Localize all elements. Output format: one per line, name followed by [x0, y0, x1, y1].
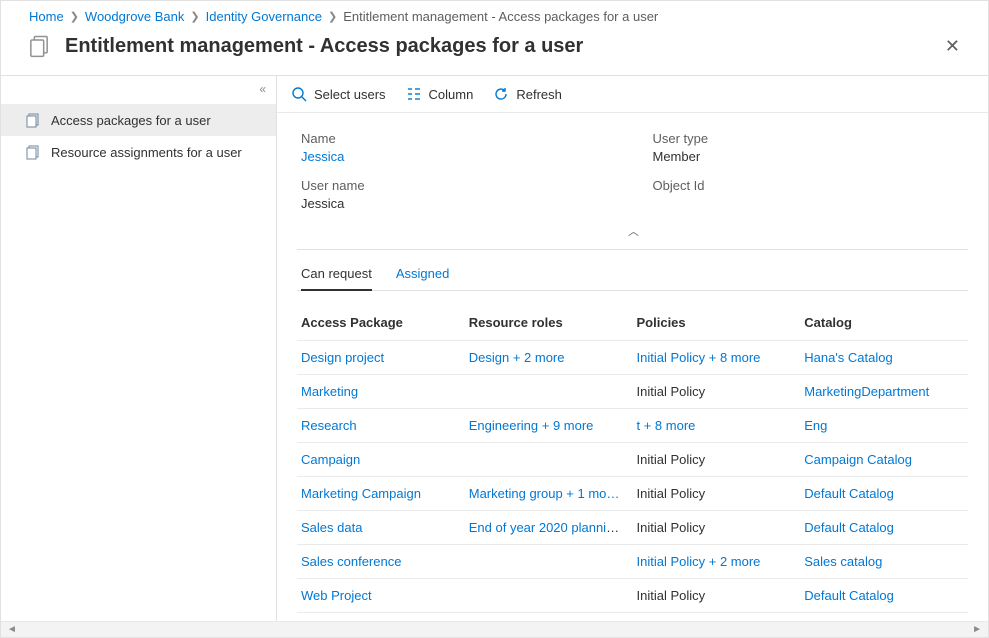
policies-value: Initial Policy [633, 443, 801, 477]
column-button[interactable]: Column [406, 86, 474, 102]
table-row: Web Project Initial PolicyDefault Catalog [297, 579, 968, 613]
sidebar-item-label: Resource assignments for a user [51, 145, 242, 160]
col-resource-roles[interactable]: Resource roles [465, 305, 633, 341]
catalog-link[interactable]: Default Catalog [804, 486, 894, 501]
policies-value: Initial Policy [633, 579, 801, 613]
collapse-info-button[interactable]: ︿ [297, 219, 968, 250]
col-catalog[interactable]: Catalog [800, 305, 968, 341]
table-row: Research Engineering + 9 more t + 8 more En… [297, 409, 968, 443]
catalog-link[interactable]: Default Catalog [804, 520, 894, 535]
chevron-right-icon: ❯ [190, 10, 199, 23]
toolbar-label: Select users [314, 87, 386, 102]
col-policies[interactable]: Policies [633, 305, 801, 341]
sidebar-item-resource-assignments[interactable]: Resource assignments for a user [1, 136, 276, 168]
table-row: Marketing Campaign Marketing group + 1 mo… [297, 477, 968, 511]
access-package-link[interactable]: Marketing [301, 384, 358, 399]
refresh-button[interactable]: Refresh [493, 86, 562, 102]
toolbar: Select users Column Refresh [277, 76, 988, 113]
user-name-label: User name [301, 178, 613, 193]
policies-link[interactable]: Initial Policy + 8 more [637, 350, 761, 365]
collapse-sidebar-button[interactable]: « [259, 82, 266, 96]
table-row: Design project Design + 2 more Initial Pol… [297, 341, 968, 375]
resource-roles-link[interactable]: Engineering + 9 more [469, 418, 594, 433]
breadcrumb: Home ❯ Woodgrove Bank ❯ Identity Governa… [1, 1, 988, 30]
close-button[interactable]: ✕ [937, 32, 968, 61]
user-info-panel: Name Jessica User type Member User name … [297, 113, 968, 219]
breadcrumb-link[interactable]: Identity Governance [206, 9, 322, 24]
policies-value: Initial Policy [633, 511, 801, 545]
table-row: Sales conference Initial Policy + 2 more S… [297, 545, 968, 579]
user-name-value: Jessica [301, 196, 613, 211]
page-title: Entitlement management - Access packages… [65, 35, 937, 58]
documents-icon [25, 33, 53, 61]
table-row: Campaign Initial PolicyCampaign Catalog [297, 443, 968, 477]
policies-link[interactable]: Initial Policy + 2 more [637, 554, 761, 569]
catalog-link[interactable]: Campaign Catalog [804, 452, 912, 467]
policies-value: Initial Policy [633, 477, 801, 511]
chevron-right-icon: ❯ [328, 10, 337, 23]
breadcrumb-current: Entitlement management - Access packages… [343, 9, 658, 24]
tab-assigned[interactable]: Assigned [396, 266, 449, 290]
sidebar-item-access-packages[interactable]: Access packages for a user [1, 104, 276, 136]
toolbar-label: Column [429, 87, 474, 102]
tab-can-request[interactable]: Can request [301, 266, 372, 291]
catalog-link[interactable]: MarketingDepartment [804, 384, 929, 399]
package-icon [25, 112, 41, 128]
scroll-left-icon[interactable]: ◄ [3, 624, 21, 635]
sidebar-item-label: Access packages for a user [51, 113, 211, 128]
breadcrumb-link[interactable]: Woodgrove Bank [85, 9, 185, 24]
access-package-link[interactable]: Sales data [301, 520, 362, 535]
chevron-right-icon: ❯ [70, 10, 79, 23]
access-packages-table: Access Package Resource roles Policies C… [297, 305, 968, 634]
catalog-link[interactable]: Default Catalog [804, 588, 894, 603]
catalog-link[interactable]: Hana's Catalog [804, 350, 892, 365]
policies-value: Initial Policy [633, 375, 801, 409]
policies-link[interactable]: t + 8 more [637, 418, 696, 433]
access-package-link[interactable]: Research [301, 418, 357, 433]
resource-roles-link[interactable]: End of year 2020 plannin… [469, 520, 627, 535]
access-package-link[interactable]: Sales conference [301, 554, 401, 569]
sidebar: « Access packages for a user Resource as… [1, 76, 277, 634]
access-package-link[interactable]: Design project [301, 350, 384, 365]
access-package-link[interactable]: Marketing Campaign [301, 486, 421, 501]
scroll-right-icon[interactable]: ► [968, 624, 986, 635]
resource-roles-link[interactable]: Design + 2 more [469, 350, 565, 365]
access-package-link[interactable]: Campaign [301, 452, 360, 467]
table-row: Marketing Initial PolicyMarketingDepartme… [297, 375, 968, 409]
table-row: Sales data End of year 2020 plannin… Initi… [297, 511, 968, 545]
horizontal-scrollbar[interactable]: ◄ ► [1, 621, 988, 637]
object-id-label: Object Id [653, 178, 965, 193]
toolbar-label: Refresh [516, 87, 562, 102]
catalog-link[interactable]: Sales catalog [804, 554, 882, 569]
user-type-value: Member [653, 149, 965, 164]
breadcrumb-link[interactable]: Home [29, 9, 64, 24]
resource-roles-link[interactable]: Marketing group + 1 mo… [469, 486, 620, 501]
title-bar: Entitlement management - Access packages… [1, 30, 988, 76]
select-users-button[interactable]: Select users [291, 86, 386, 102]
catalog-link[interactable]: Eng [804, 418, 827, 433]
col-access-package[interactable]: Access Package [297, 305, 465, 341]
name-value[interactable]: Jessica [301, 149, 344, 164]
access-package-link[interactable]: Web Project [301, 588, 372, 603]
name-label: Name [301, 131, 613, 146]
package-icon [25, 144, 41, 160]
user-type-label: User type [653, 131, 965, 146]
tabs: Can request Assigned [297, 250, 968, 291]
